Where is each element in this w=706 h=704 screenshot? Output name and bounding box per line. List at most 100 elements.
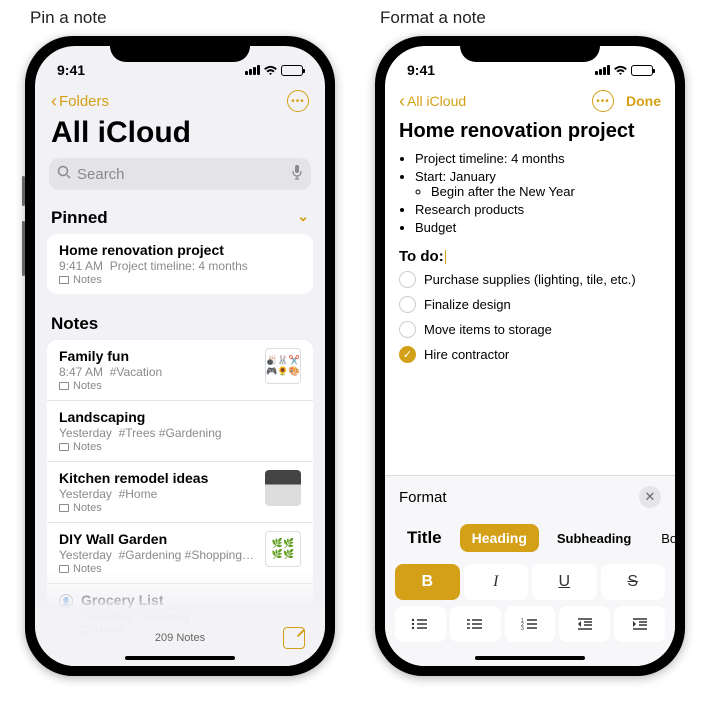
check-row[interactable]: Purchase supplies (lighting, tile, etc.)	[399, 271, 661, 288]
page-title: All iCloud	[35, 114, 325, 158]
format-title: Format	[399, 489, 447, 506]
chevron-down-icon[interactable]: ⌄	[297, 208, 309, 228]
note-folder: Notes	[73, 380, 102, 392]
number-list-button[interactable]: 123	[505, 606, 556, 642]
signal-icon	[245, 65, 260, 75]
search-icon	[57, 165, 71, 183]
search-input[interactable]: Search	[49, 158, 311, 190]
status-time: 9:41	[407, 62, 435, 78]
folder-icon	[59, 443, 69, 451]
style-body[interactable]: Body	[649, 525, 675, 552]
compose-button[interactable]	[283, 627, 305, 649]
back-label: All iCloud	[407, 93, 466, 109]
chevron-left-icon: ‹	[51, 91, 57, 112]
note-title: Landscaping	[59, 409, 301, 425]
checkbox[interactable]: ✓	[399, 346, 416, 363]
underline-button[interactable]: U	[532, 564, 597, 600]
note-title: Grocery List	[81, 592, 301, 608]
style-subheading[interactable]: Subheading	[545, 525, 643, 552]
battery-icon	[631, 65, 653, 76]
check-label: Move items to storage	[424, 322, 552, 337]
note-row[interactable]: Kitchen remodel ideasYesterday #HomeNote…	[47, 462, 313, 523]
mic-icon[interactable]	[291, 164, 303, 184]
strike-button[interactable]: S	[601, 564, 666, 600]
wifi-icon	[263, 65, 278, 76]
note-preview: Yesterday #Trees #Gardening	[59, 426, 301, 440]
home-indicator[interactable]	[475, 656, 585, 660]
chevron-left-icon: ‹	[399, 91, 405, 112]
note-folder: Notes	[73, 441, 102, 453]
folder-icon	[59, 504, 69, 512]
caption-format: Format a note	[380, 8, 486, 28]
subheading[interactable]: To do:	[385, 238, 675, 271]
check-label: Purchase supplies (lighting, tile, etc.)	[424, 272, 636, 287]
style-title[interactable]: Title	[395, 522, 454, 554]
text-cursor	[445, 250, 447, 264]
caption-pin: Pin a note	[30, 8, 107, 28]
outdent-button[interactable]	[559, 606, 610, 642]
close-button[interactable]: ✕	[639, 486, 661, 508]
checkbox[interactable]	[399, 271, 416, 288]
search-placeholder: Search	[77, 166, 125, 183]
list-item[interactable]: Research products	[415, 202, 661, 217]
italic-button[interactable]: I	[464, 564, 529, 600]
phone-format: 9:41 ‹ All iCloud ••• Done Home renovati…	[375, 36, 685, 676]
list-item[interactable]: Project timeline: 4 months	[415, 151, 661, 166]
back-label: Folders	[59, 93, 109, 110]
checklist[interactable]: Purchase supplies (lighting, tile, etc.)…	[385, 271, 675, 363]
check-label: Hire contractor	[424, 347, 509, 362]
notes-count: 209 Notes	[155, 632, 205, 644]
check-row[interactable]: ✓ Hire contractor	[399, 346, 661, 363]
indent-button[interactable]	[614, 606, 665, 642]
back-button[interactable]: ‹ All iCloud	[399, 91, 466, 112]
note-title: Home renovation project	[59, 242, 301, 258]
svg-text:3: 3	[521, 626, 524, 631]
dash-list-button[interactable]	[450, 606, 501, 642]
bold-button[interactable]: B	[395, 564, 460, 600]
bullet-list[interactable]: Project timeline: 4 months Start: Januar…	[385, 151, 675, 235]
home-indicator[interactable]	[125, 656, 235, 660]
notch	[460, 36, 600, 62]
note-preview: Yesterday #Home	[59, 487, 257, 501]
format-panel: Format ✕ Title Heading Subheading Body B…	[385, 475, 675, 666]
folder-icon	[59, 276, 69, 284]
note-row[interactable]: Family fun8:47 AM #VacationNotes 🎳🐰✂️🎮🌻🎨	[47, 340, 313, 401]
back-button[interactable]: ‹ Folders	[51, 91, 109, 112]
checkbox[interactable]	[399, 321, 416, 338]
check-label: Finalize design	[424, 297, 511, 312]
more-button[interactable]: •••	[592, 90, 614, 112]
signal-icon	[595, 65, 610, 75]
thumbnail: 🎳🐰✂️🎮🌻🎨	[265, 348, 301, 384]
folder-icon	[59, 565, 69, 573]
notes-header: Notes	[51, 314, 98, 334]
check-row[interactable]: Move items to storage	[399, 321, 661, 338]
note-row[interactable]: DIY Wall GardenYesterday #Gardening #Sho…	[47, 523, 313, 584]
thumbnail: 🌿🌿🌿🌿	[265, 531, 301, 567]
shared-icon: 👤	[59, 594, 73, 608]
wifi-icon	[613, 65, 628, 76]
note-folder: Notes	[73, 502, 102, 514]
note-title: Family fun	[59, 348, 257, 364]
list-item[interactable]: Budget	[415, 220, 661, 235]
note-title: Home renovation project	[385, 120, 675, 151]
bullet-list-button[interactable]	[395, 606, 446, 642]
notch	[110, 36, 250, 62]
done-button[interactable]: Done	[626, 93, 661, 109]
thumbnail	[265, 470, 301, 506]
more-button[interactable]: •••	[287, 90, 309, 112]
note-title: Kitchen remodel ideas	[59, 470, 257, 486]
style-heading[interactable]: Heading	[460, 524, 539, 552]
note-row[interactable]: LandscapingYesterday #Trees #GardeningNo…	[47, 401, 313, 462]
note-folder: Notes	[73, 563, 102, 575]
note-preview: Yesterday #Gardening #Shopping…	[59, 548, 257, 562]
pinned-header: Pinned	[51, 208, 108, 228]
status-time: 9:41	[57, 62, 85, 78]
folder-icon	[59, 382, 69, 390]
check-row[interactable]: Finalize design	[399, 296, 661, 313]
list-item[interactable]: Start: January	[415, 169, 496, 184]
note-preview: 8:47 AM #Vacation	[59, 365, 257, 379]
note-title: DIY Wall Garden	[59, 531, 257, 547]
list-item[interactable]: Begin after the New Year	[431, 184, 661, 199]
checkbox[interactable]	[399, 296, 416, 313]
pinned-note-row[interactable]: Home renovation project 9:41 AM Project …	[47, 234, 313, 294]
